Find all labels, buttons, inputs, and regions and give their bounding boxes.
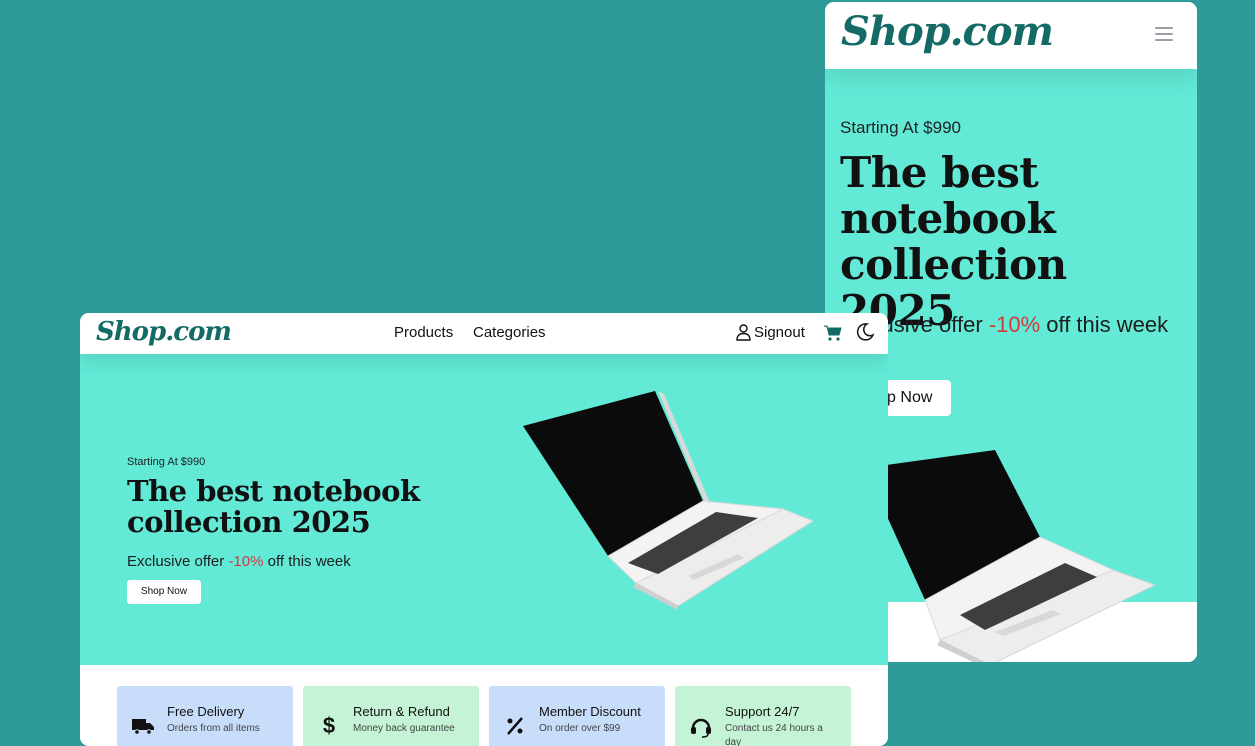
hero-starting-price: Starting At $990	[127, 456, 206, 468]
user-icon[interactable]	[736, 324, 751, 341]
shop-now-button[interactable]: Shop Now	[127, 580, 201, 604]
feature-title: Return & Refund	[353, 704, 450, 719]
hamburger-icon[interactable]	[1155, 27, 1173, 41]
offer-discount: -10%	[228, 553, 264, 570]
laptop-image	[865, 450, 1157, 662]
feature-subtitle: Orders from all items	[167, 723, 260, 734]
percent-icon	[507, 717, 523, 735]
feature-subtitle: Money back guarantee	[353, 723, 455, 734]
feature-title: Support 24/7	[725, 704, 800, 719]
moon-icon[interactable]	[855, 322, 875, 342]
feature-subtitle: On order over $99	[539, 723, 621, 734]
hero-starting-price: Starting At $990	[840, 118, 961, 137]
signout-link[interactable]: Signout	[754, 324, 805, 341]
nav-categories[interactable]: Categories	[473, 324, 546, 341]
mobile-navbar: Shop.com	[825, 2, 1197, 69]
feature-card: Support 24/7 Contact us 24 hours a day	[675, 686, 851, 746]
dollar-icon: $	[322, 713, 336, 738]
features-section: Free Delivery Orders from all items $ Re…	[80, 665, 888, 746]
offer-discount: -10%	[988, 312, 1041, 337]
feature-title: Free Delivery	[167, 704, 245, 719]
feature-card: Free Delivery Orders from all items	[117, 686, 293, 746]
offer-text: Exclusive offer	[127, 553, 229, 570]
desktop-mockup: Shop.com Products Categories Signout Sta…	[80, 313, 888, 746]
hero-offer: Exclusive offer -10% off this week	[840, 309, 1180, 340]
desktop-navbar: Shop.com Products Categories Signout	[80, 313, 888, 354]
feature-title: Member Discount	[539, 704, 641, 719]
hero-title: The best notebook collection 2025	[840, 148, 1067, 335]
logo[interactable]: Shop.com	[96, 313, 232, 351]
feature-subtitle: Contact us 24 hours a day	[725, 723, 823, 746]
offer-text-end: off this week	[263, 553, 351, 570]
cart-icon[interactable]	[823, 323, 843, 343]
headset-icon	[691, 718, 711, 738]
feature-card: Member Discount On order over $99	[489, 686, 665, 746]
hero-offer: Exclusive offer -10% off this week	[127, 553, 351, 570]
nav-products[interactable]: Products	[394, 324, 453, 341]
laptop-image	[523, 391, 815, 610]
hero-title: The best notebook collection 2025	[127, 474, 420, 539]
offer-text-end: off this week	[1040, 312, 1169, 337]
logo[interactable]: Shop.com	[841, 4, 1054, 60]
feature-card: $ Return & Refund Money back guarantee	[303, 686, 479, 746]
truck-icon	[132, 719, 154, 735]
